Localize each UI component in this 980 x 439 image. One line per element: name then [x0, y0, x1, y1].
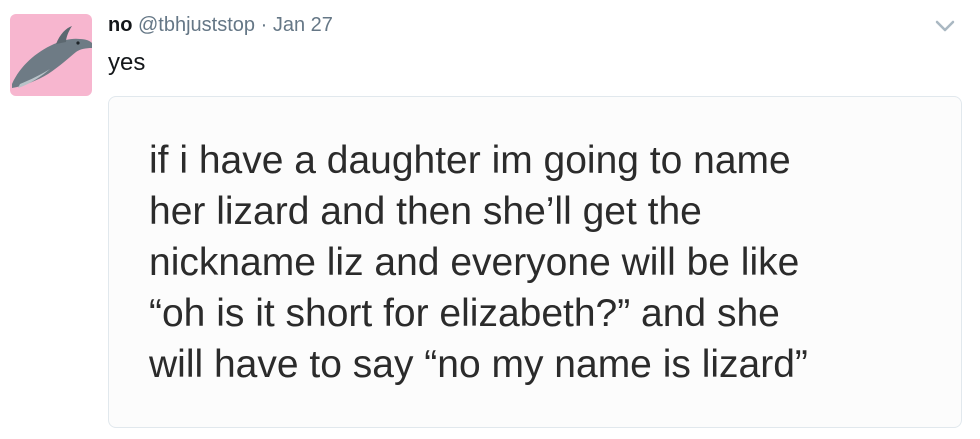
- chevron-down-icon: [935, 20, 955, 32]
- tweet-text: yes: [108, 49, 146, 76]
- image-text-line: if i have a daughter im going to name: [149, 139, 791, 182]
- image-text-line: nickname liz and everyone will be like: [149, 241, 800, 284]
- dolphin-icon: [12, 26, 92, 88]
- avatar[interactable]: [10, 14, 92, 96]
- tweet-image[interactable]: if i have a daughter im going to name he…: [108, 96, 962, 428]
- tweet-menu-button[interactable]: [930, 14, 960, 38]
- tweet-date[interactable]: Jan 27: [273, 14, 333, 36]
- image-text-line: “oh is it short for elizabeth?” and she: [149, 292, 780, 335]
- display-name[interactable]: no: [108, 14, 132, 36]
- image-text-line: will have to say “no my name is lizard”: [149, 343, 808, 386]
- image-text-line: her lizard and then she’ll get the: [149, 190, 702, 233]
- separator-dot: ·: [260, 14, 268, 36]
- user-handle[interactable]: @tbhjuststop: [138, 14, 255, 36]
- tweet-header: no @tbhjuststop · Jan 27: [108, 12, 333, 38]
- image-text: if i have a daughter im going to name he…: [149, 135, 808, 390]
